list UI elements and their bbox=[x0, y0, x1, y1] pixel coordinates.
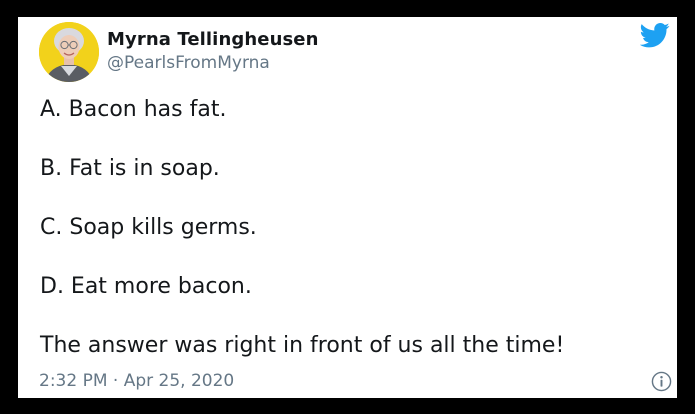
tweet-card: Myrna Tellingheusen @PearlsFromMyrna A. … bbox=[18, 17, 677, 398]
timestamp-separator: · bbox=[107, 371, 124, 391]
author-name[interactable]: Myrna Tellingheusen bbox=[107, 29, 319, 50]
info-icon[interactable] bbox=[651, 371, 672, 392]
avatar[interactable] bbox=[39, 22, 99, 82]
tweet-line-c: C. Soap kills germs. bbox=[40, 215, 257, 240]
tweet-line-d: D. Eat more bacon. bbox=[40, 274, 252, 299]
tweet-line-a: A. Bacon has fat. bbox=[40, 97, 227, 122]
tweet-timestamp[interactable]: 2:32 PM · Apr 25, 2020 bbox=[39, 371, 234, 391]
tweet-line-conclusion: The answer was right in front of us all … bbox=[40, 333, 565, 358]
author-handle[interactable]: @PearlsFromMyrna bbox=[107, 53, 270, 73]
tweet-line-b: B. Fat is in soap. bbox=[40, 156, 220, 181]
profile-photo bbox=[39, 22, 99, 82]
tweet-date: Apr 25, 2020 bbox=[123, 371, 235, 391]
tweet-time: 2:32 PM bbox=[39, 371, 108, 391]
twitter-bird-icon[interactable] bbox=[640, 23, 670, 48]
